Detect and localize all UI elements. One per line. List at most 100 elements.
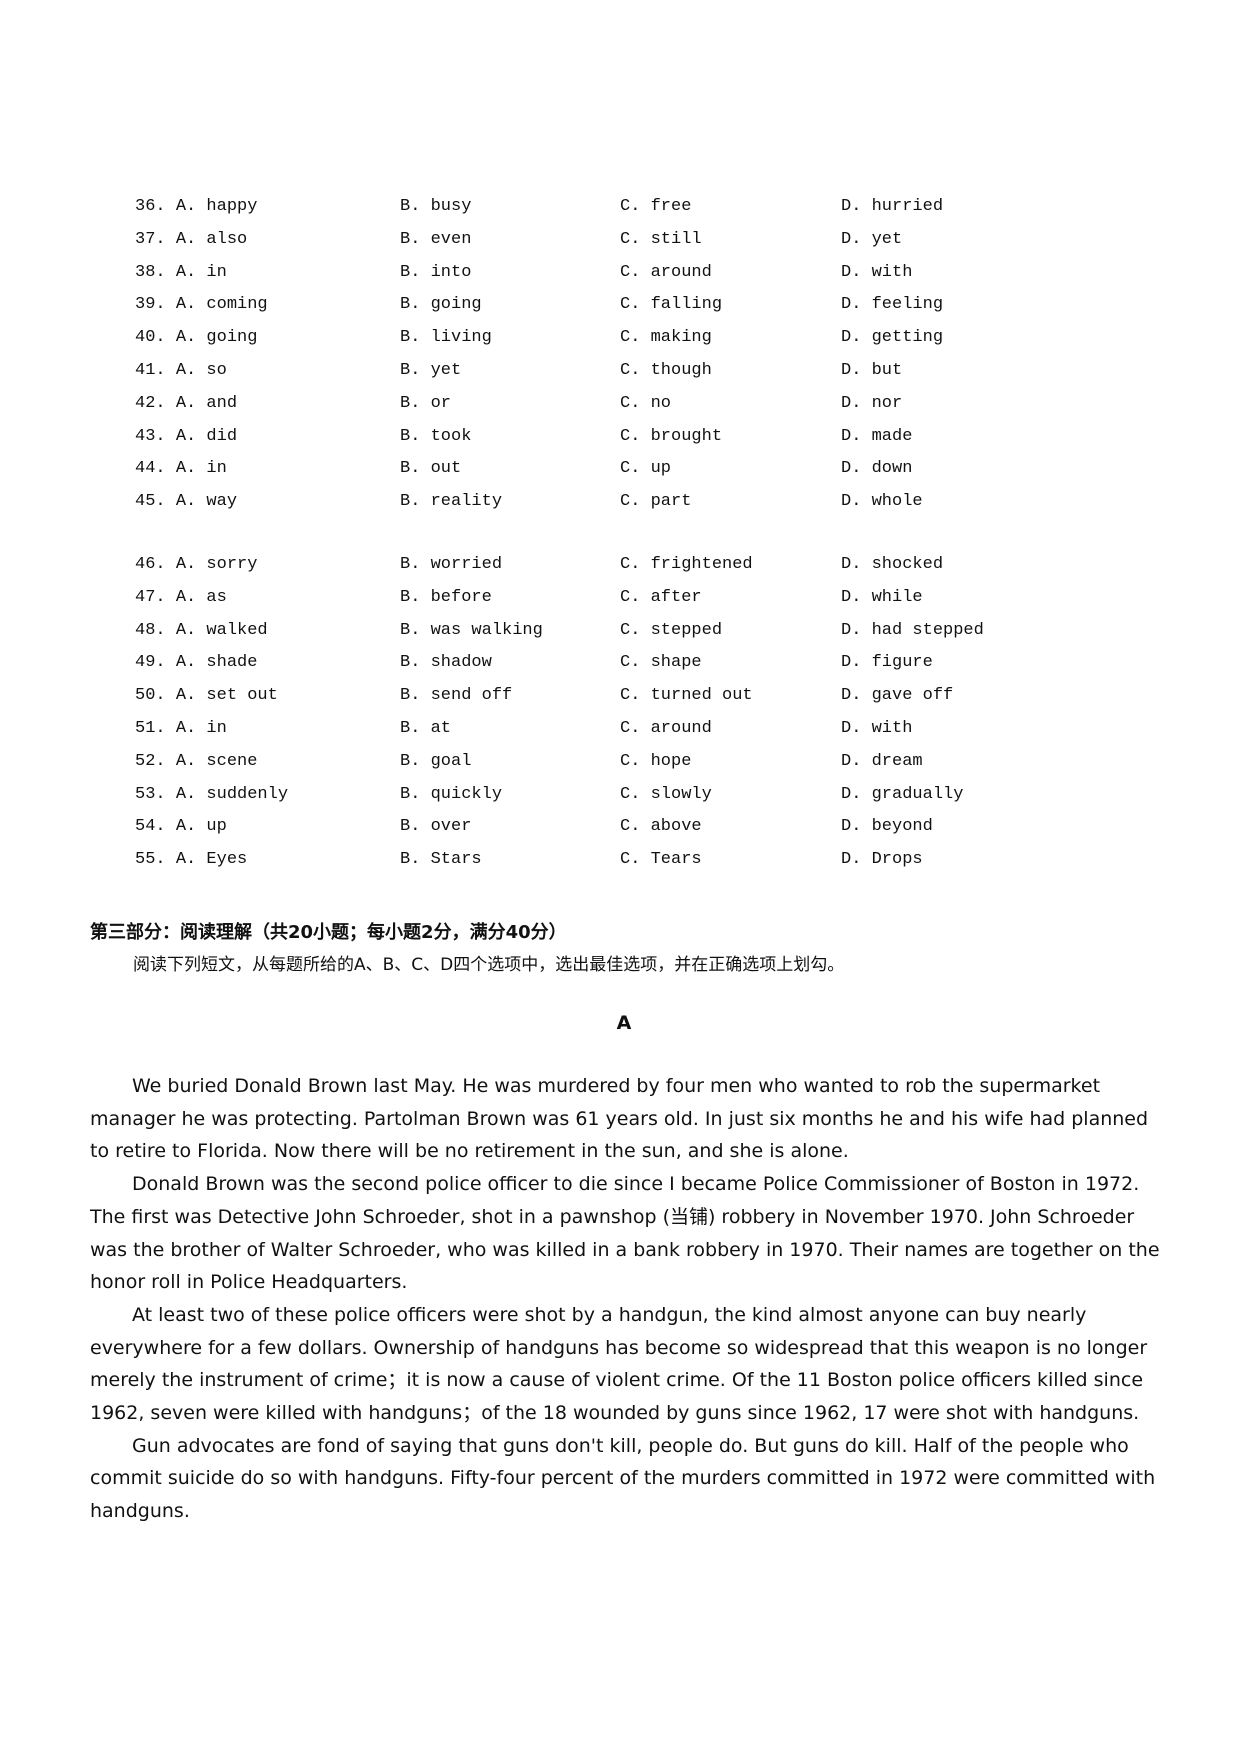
question-number: 50. <box>135 686 166 706</box>
option-b: B. into <box>400 262 472 282</box>
paragraph: Gun advocates are fond of saying that gu… <box>90 1434 1156 1523</box>
question-lead: 44. A. in <box>135 456 227 482</box>
option-a: A. also <box>175 229 248 249</box>
question-lead: 46. A. sorry <box>135 552 257 578</box>
option-b: B. busy <box>400 197 472 216</box>
question-lead: 50. A. set out <box>135 683 278 709</box>
option-a: A. shade <box>175 653 258 673</box>
question-number: 36. <box>135 197 166 216</box>
option-b: B. worried <box>400 554 503 574</box>
question-lead: 37. A. also <box>135 227 247 253</box>
option-d: D. yet <box>841 229 903 249</box>
question-number: 53. <box>135 784 166 804</box>
option-a: A. coming <box>175 295 268 315</box>
option-d: D. dream <box>841 751 923 771</box>
question-number: 52. <box>135 751 166 771</box>
option-b: B. send off <box>400 686 513 706</box>
option-a: A. in <box>175 262 227 282</box>
option-d: D. while <box>841 587 923 607</box>
question-number: 42. <box>135 393 166 413</box>
option-a: A. in <box>175 718 227 738</box>
question-number: 48. <box>135 620 166 640</box>
question-lead: 43. A. did <box>135 424 237 450</box>
question-number: 54. <box>135 817 166 837</box>
question-lead: 53. A. suddenly <box>135 782 288 808</box>
option-b: B. was walking <box>400 620 543 640</box>
question-lead: 55. A. Eyes <box>135 847 247 873</box>
question-number: 43. <box>135 426 166 446</box>
option-b: B. at <box>400 718 452 738</box>
option-d: D. Drops <box>841 850 923 870</box>
option-c: C. stepped <box>620 620 723 640</box>
paragraph: Donald Brown was the second police offic… <box>90 1173 1160 1294</box>
option-b: B. living <box>400 328 492 348</box>
question-lead: 42. A. and <box>135 391 237 417</box>
question-number: 39. <box>135 295 166 315</box>
option-d: D. hurried <box>841 197 944 216</box>
option-d: D. whole <box>841 492 923 512</box>
question-lead: 41. A. so <box>135 358 227 384</box>
question-lead: 49. A. shade <box>135 650 257 676</box>
option-c: C. Tears <box>620 850 702 870</box>
option-a: A. way <box>175 492 238 512</box>
option-b: B. shadow <box>400 653 492 673</box>
option-c: C. after <box>620 587 702 607</box>
option-a: A. going <box>175 328 258 348</box>
question-lead: 54. A. up <box>135 814 227 840</box>
option-d: D. with <box>841 718 913 738</box>
option-d: D. with <box>841 262 913 282</box>
option-d: D. nor <box>841 393 903 413</box>
option-c: C. part <box>620 492 692 512</box>
option-c: C. around <box>620 718 712 738</box>
option-a: A. happy <box>175 197 258 216</box>
option-c: C. making <box>620 328 712 348</box>
question-number: 40. <box>135 328 166 348</box>
option-c: C. turned out <box>620 686 753 706</box>
question-number: 55. <box>135 850 166 870</box>
question-lead: 36. A. happy <box>135 194 257 220</box>
option-c: C. around <box>620 262 712 282</box>
option-b: B. took <box>400 426 472 446</box>
option-b: B. going <box>400 295 482 315</box>
option-d: D. had stepped <box>841 620 984 640</box>
question-lead: 51. A. in <box>135 716 227 742</box>
question-lead: 48. A. walked <box>135 618 268 644</box>
option-d: D. down <box>841 459 913 479</box>
option-a: A. Eyes <box>175 850 248 870</box>
option-c: C. above <box>620 817 702 837</box>
option-a: A. sorry <box>175 554 258 574</box>
option-a: A. suddenly <box>175 784 289 804</box>
question-lead: 40. A. going <box>135 325 257 351</box>
option-b: B. even <box>400 229 472 249</box>
option-a: A. did <box>175 426 238 446</box>
option-b: B. goal <box>400 751 472 771</box>
option-c: C. no <box>620 393 672 413</box>
question-number: 51. <box>135 718 166 738</box>
option-b: B. quickly <box>400 784 503 804</box>
document-page: 36. A. happy B. busy C. free D. hurried 37. … <box>0 0 1240 1754</box>
question-number: 47. <box>135 587 166 607</box>
question-lead: 38. A. in <box>135 260 227 286</box>
option-d: D. getting <box>841 328 944 348</box>
option-a: A. so <box>175 360 227 380</box>
option-c: C. still <box>620 229 702 249</box>
option-c: C. shape <box>620 653 702 673</box>
option-a: A. as <box>175 587 227 607</box>
option-d: D. shocked <box>841 554 944 574</box>
paragraph: We buried Donald Brown last May. He was … <box>90 1075 1149 1163</box>
option-d: D. beyond <box>841 817 933 837</box>
option-a: A. scene <box>175 751 258 771</box>
question-lead: 52. A. scene <box>135 749 257 775</box>
question-number: 37. <box>135 229 166 249</box>
option-c: C. slowly <box>620 784 712 804</box>
option-d: D. gradually <box>841 784 964 804</box>
option-c: C. falling <box>620 295 723 315</box>
paragraph: At least two of these police officers we… <box>90 1303 1148 1425</box>
option-d: D. gave off <box>841 686 954 706</box>
question-number: 46. <box>135 554 166 574</box>
option-a: A. up <box>175 817 227 837</box>
option-d: D. made <box>841 426 913 446</box>
option-c: C. though <box>620 360 712 380</box>
section-heading: 第三部分：阅读理解（共20小题；每小题2分，满分40分） <box>90 922 567 943</box>
option-b: B. reality <box>400 492 503 512</box>
